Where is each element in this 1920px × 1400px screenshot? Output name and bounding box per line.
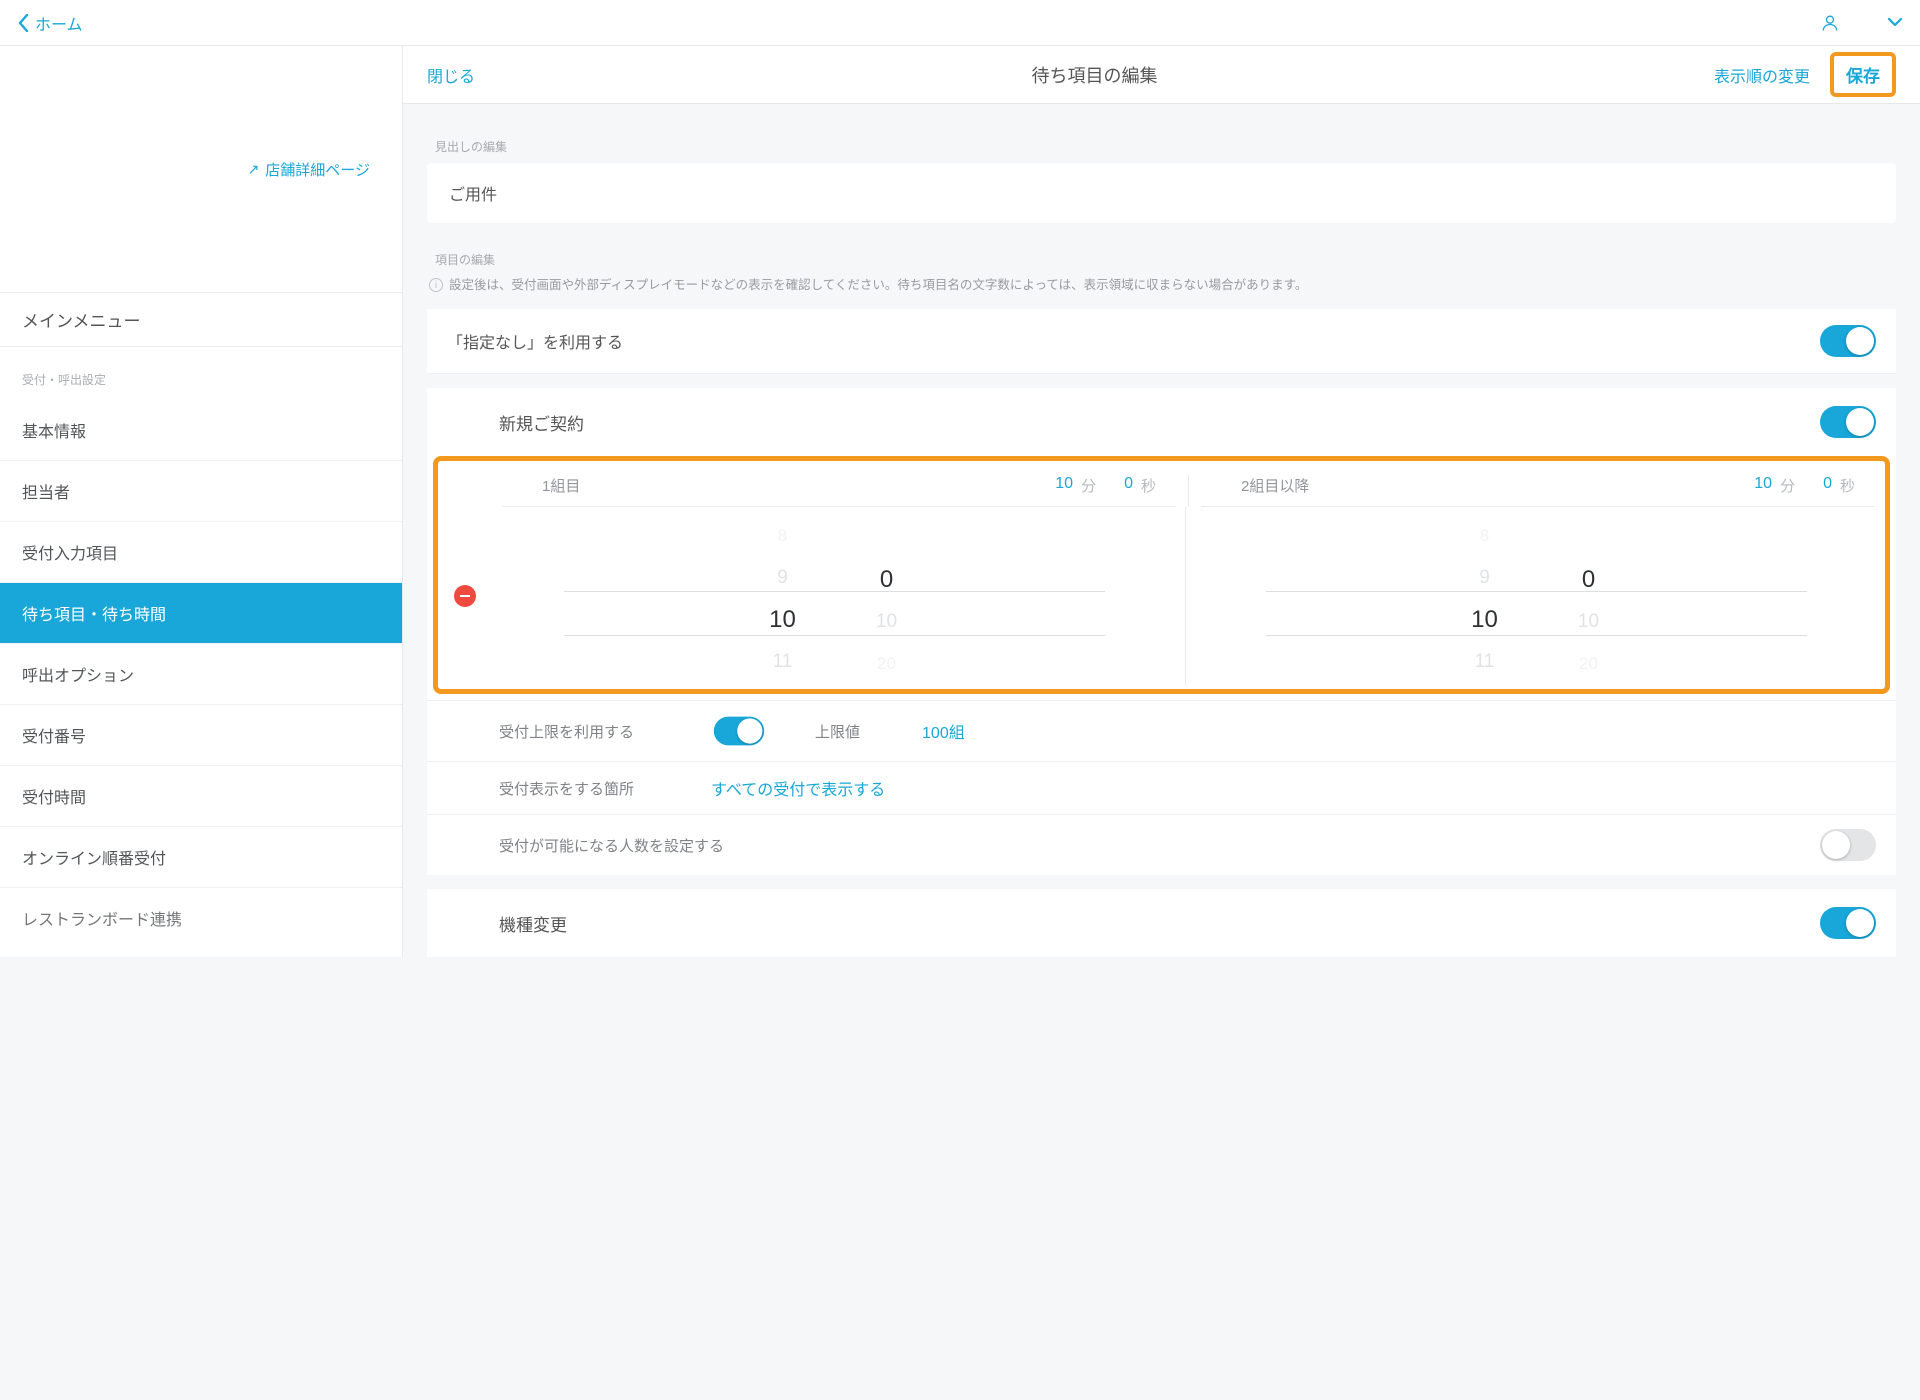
sidebar-item-call-opt[interactable]: 呼出オプション — [0, 644, 402, 705]
main-menu-item[interactable]: メインメニュー — [0, 292, 402, 347]
sidebar-item-number[interactable]: 受付番号 — [0, 705, 402, 766]
back-label: ホーム — [35, 11, 83, 35]
topbar: ホーム — [0, 0, 1920, 46]
first-min-value[interactable]: 10 — [1055, 475, 1073, 496]
store-detail-label: 店舗詳細ページ — [265, 159, 370, 180]
info-note: i 設定後は、受付画面や外部ディスプレイモードなどの表示を確認してください。待ち… — [429, 276, 1896, 295]
heading-input[interactable]: ご用件 — [427, 163, 1896, 223]
use-unspecified-row: 「指定なし」を利用する — [427, 309, 1896, 374]
min-unit: 分 — [1081, 475, 1096, 496]
cap-enable-row: 受付上限を利用する 上限値 100組 — [427, 700, 1896, 761]
save-button[interactable]: 保存 — [1846, 62, 1880, 87]
first-time-picker[interactable]: 8 9 10 11 12 0 10 — [496, 515, 1173, 685]
sidebar-item-staff[interactable]: 担当者 — [0, 461, 402, 522]
chevron-down-icon[interactable] — [1888, 18, 1902, 27]
headcount-label: 受付が可能になる人数を設定する — [499, 835, 724, 856]
minute-wheel[interactable]: 8 9 10 11 12 — [746, 515, 820, 685]
info-text: 設定後は、受付画面や外部ディスプレイモードなどの表示を確認してください。待ち項目… — [449, 276, 1307, 295]
second-wheel[interactable]: 0 10 20 — [850, 515, 924, 685]
sidebar-item-wait[interactable]: 待ち項目・待ち時間 — [0, 583, 402, 644]
display-loc-label: 受付表示をする箇所 — [499, 778, 689, 799]
chevron-left-icon — [18, 14, 29, 32]
cap-label: 上限値 — [815, 721, 860, 742]
items-edit-label: 項目の編集 — [435, 251, 1896, 268]
save-highlight: 保存 — [1830, 52, 1896, 97]
close-button[interactable]: 閉じる — [427, 63, 475, 87]
sidebar-item-online[interactable]: オンライン順番受付 — [0, 827, 402, 888]
second-wheel-2[interactable]: 0 10 20 — [1552, 515, 1626, 685]
remove-item-button[interactable] — [454, 585, 476, 607]
headcount-row: 受付が可能になる人数を設定する — [427, 814, 1896, 875]
min-unit-2: 分 — [1780, 475, 1795, 496]
headcount-toggle[interactable] — [1820, 829, 1876, 861]
use-unspecified-toggle[interactable] — [1820, 325, 1876, 357]
item-1-header: 新規ご契約 — [427, 388, 1896, 456]
item-2-header: 機種変更 — [427, 889, 1896, 957]
after-group-label: 2組目以降 — [1241, 475, 1309, 496]
heading-edit-label: 見出しの編集 — [435, 138, 1896, 155]
first-group-label: 1組目 — [542, 475, 580, 496]
sidebar-item-input[interactable]: 受付入力項目 — [0, 522, 402, 583]
item-1-toggle[interactable] — [1820, 406, 1876, 438]
sidebar-section-label: 受付・呼出設定 — [0, 347, 402, 400]
minus-icon — [460, 595, 470, 597]
user-icon[interactable] — [1820, 13, 1840, 33]
after-time-picker[interactable]: 8 9 10 11 12 0 10 — [1198, 515, 1875, 685]
cap-value[interactable]: 100組 — [922, 719, 965, 743]
info-icon: i — [429, 278, 443, 292]
sidebar-item-restaurant[interactable]: レストランボード連携 — [0, 888, 402, 936]
first-sec-value[interactable]: 0 — [1124, 475, 1133, 496]
main-content: 閉じる 待ち項目の編集 表示順の変更 保存 見出しの編集 ご用件 項目の編集 i… — [403, 46, 1920, 957]
after-sec-value[interactable]: 0 — [1823, 475, 1832, 496]
sidebar: ↗ 店舗詳細ページ メインメニュー 受付・呼出設定 基本情報 担当者 受付入力項… — [0, 46, 403, 957]
sidebar-item-basic[interactable]: 基本情報 — [0, 400, 402, 461]
after-group-header: 2組目以降 10 分 0 秒 — [1201, 475, 1875, 507]
use-unspecified-label: 「指定なし」を利用する — [447, 329, 1820, 353]
store-detail-link[interactable]: ↗ 店舗詳細ページ — [0, 46, 402, 292]
cap-enable-label: 受付上限を利用する — [499, 721, 689, 742]
reorder-button[interactable]: 表示順の変更 — [1714, 63, 1810, 87]
item-1-name[interactable]: 新規ご契約 — [499, 410, 1820, 435]
first-group-header: 1組目 10 分 0 秒 — [502, 475, 1176, 507]
sec-unit: 秒 — [1141, 475, 1156, 496]
display-loc-value[interactable]: すべての受付で表示する — [711, 776, 885, 800]
item-2-toggle[interactable] — [1820, 907, 1876, 939]
time-picker-highlight: 1組目 10 分 0 秒 2組目以降 — [433, 456, 1890, 694]
after-min-value[interactable]: 10 — [1754, 475, 1772, 496]
sidebar-item-hours[interactable]: 受付時間 — [0, 766, 402, 827]
sec-unit-2: 秒 — [1840, 475, 1855, 496]
external-link-icon: ↗ — [248, 161, 260, 178]
minute-wheel-2[interactable]: 8 9 10 11 12 — [1448, 515, 1522, 685]
display-loc-row: 受付表示をする箇所 すべての受付で表示する — [427, 761, 1896, 814]
back-button[interactable]: ホーム — [18, 11, 83, 35]
panel-title: 待ち項目の編集 — [475, 62, 1714, 88]
cap-enable-toggle[interactable] — [714, 717, 764, 746]
item-2-name[interactable]: 機種変更 — [499, 911, 1820, 936]
panel-header: 閉じる 待ち項目の編集 表示順の変更 保存 — [403, 46, 1920, 104]
